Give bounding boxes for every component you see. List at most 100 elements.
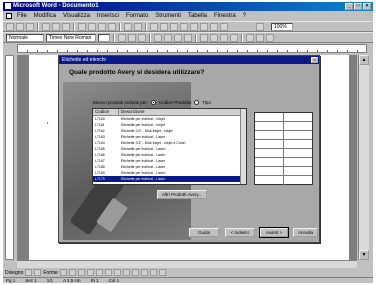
new-icon[interactable] xyxy=(6,22,14,31)
menu-modifica[interactable]: Modifica xyxy=(34,13,56,19)
copy-icon[interactable] xyxy=(88,22,96,31)
drawing-icon[interactable] xyxy=(200,22,208,31)
font-color-icon[interactable] xyxy=(131,269,139,276)
title-bar: Microsoft Word - Documento1 _ □ × xyxy=(3,2,373,11)
toolbar-separator xyxy=(119,22,121,31)
oval-icon[interactable] xyxy=(86,269,94,276)
select-objects-icon[interactable] xyxy=(25,269,33,276)
redo-icon[interactable] xyxy=(134,22,142,31)
highlight-icon[interactable] xyxy=(256,33,264,42)
horizontal-ruler xyxy=(17,44,367,53)
menu-help[interactable]: ? xyxy=(243,13,246,19)
menu-file[interactable]: File xyxy=(17,13,27,19)
minimize-icon[interactable]: _ xyxy=(345,3,353,10)
menu-inserisci[interactable]: Inserisci xyxy=(97,13,119,19)
preview-icon[interactable] xyxy=(52,22,60,31)
column-header-code[interactable]: Codice xyxy=(93,109,119,115)
italic-icon[interactable] xyxy=(128,33,136,42)
increase-indent-icon[interactable] xyxy=(230,33,238,42)
status-page-count: 1/1 xyxy=(46,278,54,283)
product-list[interactable]: Codice Descrizione L7160 Etichette per in… xyxy=(92,108,247,185)
list-item-selected[interactable]: L7170 Etichette per indirizzi - Laser xyxy=(93,176,246,182)
underline-icon[interactable] xyxy=(138,33,146,42)
undo-icon[interactable] xyxy=(124,22,132,31)
print-icon[interactable] xyxy=(42,22,50,31)
vertical-ruler xyxy=(5,55,14,260)
save-icon[interactable] xyxy=(26,22,34,31)
status-column: Col 1 xyxy=(108,278,120,283)
open-icon[interactable] xyxy=(16,22,24,31)
menu-visualizza[interactable]: Visualizza xyxy=(63,13,90,19)
zoom-combo[interactable]: 100% xyxy=(271,23,293,31)
menu-formato[interactable]: Formato xyxy=(126,13,148,19)
line-style-icon[interactable] xyxy=(140,269,148,276)
border-icon[interactable] xyxy=(246,33,254,42)
numbering-icon[interactable] xyxy=(200,33,208,42)
help-icon[interactable] xyxy=(256,22,264,31)
bold-icon[interactable] xyxy=(118,33,126,42)
free-rotate-icon[interactable] xyxy=(34,269,42,276)
toolbar-separator xyxy=(113,33,115,42)
align-center-icon[interactable] xyxy=(164,33,172,42)
line-icon[interactable] xyxy=(59,269,67,276)
menu-strumenti[interactable]: Strumenti xyxy=(155,13,181,19)
avery-labels-dialog: Etichette ed elenchi × Quale prodotto Av… xyxy=(58,55,320,243)
horizontal-scrollbar[interactable] xyxy=(17,260,357,268)
style-combo[interactable]: Normale xyxy=(6,33,44,42)
back-button[interactable]: < Indietro xyxy=(225,228,255,237)
columns-icon[interactable] xyxy=(190,22,198,31)
document-icon[interactable] xyxy=(6,13,12,19)
justify-icon[interactable] xyxy=(184,33,192,42)
toolbar-separator xyxy=(37,22,39,31)
window-title: Microsoft Word - Documento1 xyxy=(13,3,99,9)
3d-icon[interactable] xyxy=(158,269,166,276)
align-right-icon[interactable] xyxy=(174,33,182,42)
insert-table-icon[interactable] xyxy=(170,22,178,31)
align-left-icon[interactable] xyxy=(154,33,162,42)
cut-icon[interactable] xyxy=(78,22,86,31)
list-scrollbar[interactable] xyxy=(240,109,246,184)
font-size-combo[interactable] xyxy=(98,33,110,42)
document-map-icon[interactable] xyxy=(210,22,218,31)
menu-tabella[interactable]: Tabella xyxy=(188,13,207,19)
show-hide-icon[interactable] xyxy=(220,22,228,31)
dialog-close-icon[interactable]: × xyxy=(311,57,318,63)
more-products-button[interactable]: Altri Prodotti Avery... xyxy=(157,190,207,199)
toolbar-separator xyxy=(149,33,151,42)
decrease-indent-icon[interactable] xyxy=(220,33,228,42)
sort-by-type-radio[interactable] xyxy=(194,100,200,105)
tables-borders-icon[interactable] xyxy=(160,22,168,31)
column-header-description[interactable]: Descrizione xyxy=(119,109,145,115)
menu-finestra[interactable]: Finestra xyxy=(214,13,236,19)
paste-icon[interactable] xyxy=(98,22,106,31)
line-color-icon[interactable] xyxy=(122,269,130,276)
cancel-button[interactable]: Annulla xyxy=(293,228,318,237)
bullets-icon[interactable] xyxy=(210,33,218,42)
font-color-icon[interactable] xyxy=(266,33,274,42)
fill-color-icon[interactable] xyxy=(113,269,121,276)
help-button[interactable]: Guida xyxy=(189,228,219,237)
close-icon[interactable]: × xyxy=(363,3,371,10)
arrow-icon[interactable] xyxy=(68,269,76,276)
format-painter-icon[interactable] xyxy=(108,22,116,31)
scroll-down-icon[interactable]: ▼ xyxy=(359,250,369,260)
sort-by-code-radio[interactable] xyxy=(151,100,157,105)
next-button[interactable]: Avanti > xyxy=(259,227,289,238)
insert-excel-icon[interactable] xyxy=(180,22,188,31)
text-cursor: ' xyxy=(47,121,49,130)
textbox-icon[interactable] xyxy=(95,269,103,276)
sort-by-type-label[interactable]: Tipo xyxy=(202,100,211,105)
rectangle-icon[interactable] xyxy=(77,269,85,276)
vertical-scrollbar[interactable]: ▲ ▼ xyxy=(358,55,369,260)
maximize-icon[interactable]: □ xyxy=(354,3,362,10)
shadow-icon[interactable] xyxy=(149,269,157,276)
sort-by-code-label[interactable]: Codice Prodotto xyxy=(159,100,191,105)
wordart-icon[interactable] xyxy=(104,269,112,276)
hyperlink-icon[interactable] xyxy=(150,22,158,31)
scroll-up-icon[interactable]: ▲ xyxy=(359,55,369,65)
spelling-icon[interactable] xyxy=(62,22,70,31)
autoshapes-menu[interactable]: Forme xyxy=(43,270,57,276)
draw-menu[interactable]: Disegno xyxy=(5,270,23,276)
window-controls: _ □ × xyxy=(345,3,371,10)
font-combo[interactable]: Times New Roman xyxy=(46,33,96,42)
